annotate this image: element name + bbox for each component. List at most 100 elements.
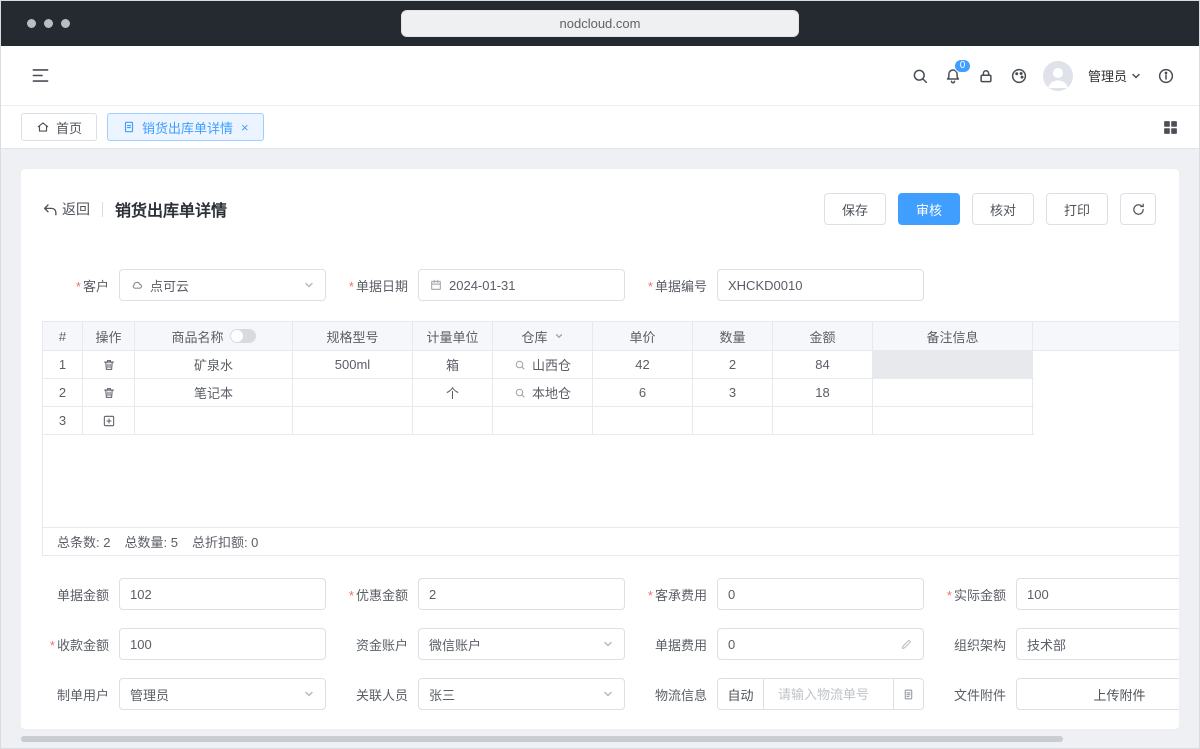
cell-spec[interactable]: [293, 407, 413, 434]
cell-price[interactable]: 42: [593, 351, 693, 378]
cell-amount[interactable]: [773, 407, 873, 434]
logistics-number-input[interactable]: [770, 679, 887, 709]
upload-attachment-button[interactable]: 上传附件: [1016, 678, 1179, 710]
avatar[interactable]: [1043, 61, 1073, 91]
cell-price[interactable]: 6: [593, 379, 693, 406]
chevron-down-icon: [602, 638, 614, 650]
delete-row-button[interactable]: [83, 379, 135, 406]
logistics-field: 物流信息 自动: [640, 678, 924, 710]
cell-unit[interactable]: 箱: [413, 351, 493, 378]
info-icon[interactable]: [1157, 67, 1175, 85]
actual-amount-input[interactable]: [1027, 587, 1179, 602]
organization-input[interactable]: [1027, 637, 1179, 652]
cell-product-name[interactable]: 笔记本: [135, 379, 293, 406]
creator-select[interactable]: 管理员: [119, 678, 326, 710]
required-asterisk: *: [76, 279, 81, 294]
print-button[interactable]: 打印: [1046, 193, 1108, 225]
window-dot-icon[interactable]: [44, 19, 53, 28]
refresh-button[interactable]: [1120, 193, 1156, 225]
customer-icon: [130, 278, 144, 292]
col-warehouse[interactable]: 仓库: [493, 322, 593, 350]
customer-select[interactable]: 点可云: [119, 269, 326, 301]
layout-grid-icon[interactable]: [1162, 119, 1179, 136]
save-button[interactable]: 保存: [824, 193, 886, 225]
search-icon[interactable]: [911, 67, 929, 85]
summary-total-qty: 总数量: 5: [124, 532, 177, 551]
product-name-toggle[interactable]: [230, 329, 256, 343]
cell-amount[interactable]: 18: [773, 379, 873, 406]
discount-amount-field: *优惠金额: [341, 578, 625, 610]
cell-unit[interactable]: 个: [413, 379, 493, 406]
required-asterisk: *: [648, 279, 653, 294]
form-row: 单据金额 *优惠金额 *客承费用 *实际金额: [42, 578, 1179, 610]
detail-card: 返回 销货出库单详情 保存 审核 核对 打印 *客户: [21, 169, 1179, 729]
back-button[interactable]: 返回: [42, 199, 90, 219]
received-amount-input[interactable]: [130, 637, 315, 652]
date-picker[interactable]: 2024-01-31: [418, 269, 625, 301]
cell-amount[interactable]: 84: [773, 351, 873, 378]
calendar-icon: [429, 278, 443, 292]
required-asterisk: *: [648, 588, 653, 603]
app-header: 0 管理员: [1, 46, 1199, 106]
row-index: 1: [43, 351, 83, 378]
doc-amount-input[interactable]: [130, 587, 315, 602]
edit-icon[interactable]: [900, 638, 913, 651]
doc-fee-input[interactable]: [728, 637, 894, 652]
doc-number-label: 单据编号: [655, 279, 707, 294]
sidebar-fold-icon[interactable]: [31, 66, 50, 85]
date-field: *单据日期 2024-01-31: [341, 269, 625, 301]
tab-home[interactable]: 首页: [21, 113, 97, 141]
cell-remark[interactable]: [873, 351, 1033, 378]
add-row-button[interactable]: [83, 407, 135, 434]
related-person-field: 关联人员 张三: [341, 678, 625, 710]
cell-spec[interactable]: 500ml: [293, 351, 413, 378]
summary-total-rows: 总条数: 2: [57, 532, 110, 551]
discount-amount-input[interactable]: [429, 587, 614, 602]
user-menu[interactable]: 管理员: [1088, 66, 1142, 85]
customer-fee-input[interactable]: [728, 587, 913, 602]
header-filler: [1033, 322, 1179, 350]
browser-chrome: nodcloud.com: [1, 1, 1199, 46]
cell-remark[interactable]: [873, 379, 1033, 406]
theme-icon[interactable]: [1010, 67, 1028, 85]
lock-icon[interactable]: [977, 67, 995, 85]
table-row: 1 矿泉水 500ml 箱 山西仓 42 2 84: [43, 351, 1034, 379]
check-button[interactable]: 核对: [972, 193, 1034, 225]
tab-sales-outbound-detail[interactable]: 销货出库单详情 ×: [107, 113, 264, 141]
address-bar[interactable]: nodcloud.com: [401, 10, 799, 37]
fund-account-select[interactable]: 微信账户: [418, 628, 625, 660]
logistics-auto-button[interactable]: 自动: [718, 679, 764, 709]
related-person-select[interactable]: 张三: [418, 678, 625, 710]
cell-remark[interactable]: [873, 407, 1033, 434]
doc-number-input[interactable]: [728, 278, 913, 293]
logistics-track-button[interactable]: [893, 679, 923, 709]
toolbar-buttons: 保存 审核 核对 打印: [824, 193, 1156, 225]
main-content: 返回 销货出库单详情 保存 审核 核对 打印 *客户: [1, 149, 1199, 748]
cell-qty[interactable]: 3: [693, 379, 773, 406]
received-amount-label: 收款金额: [57, 638, 109, 653]
cell-warehouse[interactable]: 本地仓: [493, 379, 593, 406]
cell-spec[interactable]: [293, 379, 413, 406]
cell-warehouse[interactable]: [493, 407, 593, 434]
close-icon[interactable]: ×: [241, 121, 249, 134]
cell-qty[interactable]: 2: [693, 351, 773, 378]
delete-row-button[interactable]: [83, 351, 135, 378]
fund-account-label: 资金账户: [341, 635, 408, 654]
window-dot-icon[interactable]: [61, 19, 70, 28]
required-asterisk: *: [50, 638, 55, 653]
cell-qty[interactable]: [693, 407, 773, 434]
related-person-value: 张三: [429, 685, 455, 704]
cell-price[interactable]: [593, 407, 693, 434]
cell-product-name[interactable]: [135, 407, 293, 434]
audit-button[interactable]: 审核: [898, 193, 960, 225]
window-dot-icon[interactable]: [27, 19, 36, 28]
received-amount-field: *收款金额: [42, 628, 326, 660]
cell-unit[interactable]: [413, 407, 493, 434]
horizontal-scrollbar[interactable]: [21, 736, 1063, 742]
col-remark: 备注信息: [873, 322, 1033, 350]
add-row-icon: [102, 414, 116, 428]
cell-product-name[interactable]: 矿泉水: [135, 351, 293, 378]
notification-badge: 0: [954, 59, 971, 73]
header-actions: 0 管理员: [911, 61, 1175, 91]
cell-warehouse[interactable]: 山西仓: [493, 351, 593, 378]
